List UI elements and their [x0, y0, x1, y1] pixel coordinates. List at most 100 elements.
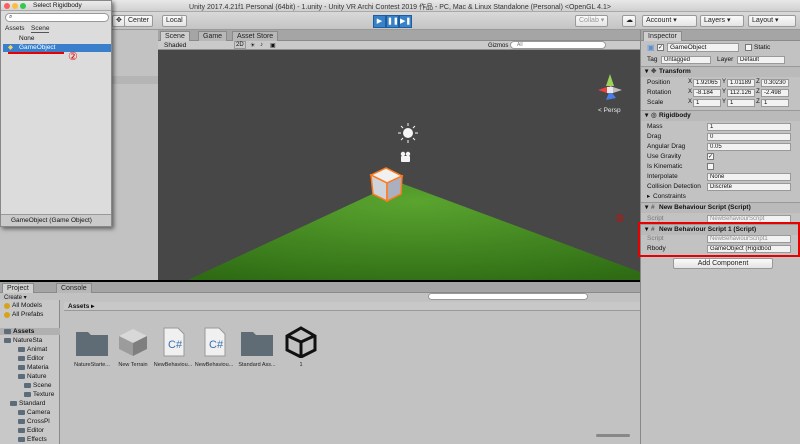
transform-icon: ✥ — [651, 68, 657, 75]
transform-header[interactable]: ▾ ✥ Transform — [641, 66, 800, 77]
picker-search-input[interactable]: ⌕ — [5, 13, 109, 22]
scene-viewport[interactable]: < Persp — [158, 50, 640, 280]
scene-search-input[interactable] — [510, 41, 606, 49]
tree-fav-prefabs[interactable]: All Prefabs — [4, 311, 43, 318]
local-global-toggle[interactable]: Local — [162, 15, 187, 27]
picker-item-gameobject[interactable]: ◆ GameObject — [3, 44, 111, 52]
mass-field[interactable]: 1 — [707, 122, 791, 131]
layout-dropdown[interactable]: Layout ▾ — [748, 15, 796, 27]
project-search-input[interactable] — [428, 293, 588, 300]
shading-mode-dropdown[interactable]: Shaded — [164, 42, 186, 49]
rotation-y-field[interactable]: 112.126 — [727, 88, 755, 97]
drag-field[interactable]: 0 — [707, 132, 791, 141]
icon-size-slider[interactable] — [596, 434, 630, 437]
center-pivot-toggle[interactable]: Center — [124, 15, 154, 27]
tree-item[interactable]: Texture — [24, 391, 54, 398]
picker-titlebar: Select Rigidbody — [1, 1, 111, 11]
tab-game[interactable]: Game — [198, 31, 228, 41]
object-name-field[interactable]: GameObject — [667, 43, 739, 52]
tree-item[interactable]: Materia — [18, 364, 49, 371]
account-dropdown[interactable]: Account ▾ — [642, 15, 697, 27]
folder-icon — [18, 428, 25, 433]
lighting-toggle-icon[interactable]: ☀ — [250, 42, 255, 49]
tree-item[interactable]: Nature — [18, 373, 47, 380]
tree-item[interactable]: Effects — [18, 436, 47, 443]
picker-tab-scene[interactable]: Scene — [31, 25, 50, 33]
tab-project-label: Project — [7, 285, 29, 292]
tree-label: Effects — [27, 436, 47, 443]
rigidbody-header[interactable]: ▾ ◎ Rigidbody — [641, 110, 800, 121]
persp-label[interactable]: < Persp — [598, 107, 621, 114]
tab-scene[interactable]: Scene — [160, 31, 190, 41]
position-x-field[interactable]: 1.92065 — [693, 78, 721, 87]
use-gravity-label: Use Gravity — [647, 153, 681, 160]
angular-drag-field[interactable]: 0.05 — [707, 142, 791, 151]
tree-item[interactable]: Animat — [18, 346, 47, 353]
layers-dropdown[interactable]: Layers ▾ — [700, 15, 744, 27]
rotation-z-field[interactable]: -2.498 — [761, 88, 789, 97]
scale-y-field[interactable]: 1 — [727, 98, 755, 107]
tree-item[interactable]: CrossPl — [18, 418, 50, 425]
pause-button[interactable]: ❚❚ — [386, 15, 399, 28]
static-checkbox[interactable] — [745, 44, 752, 51]
position-z-field[interactable]: 0.30230 — [761, 78, 789, 87]
effects-toggle-icon[interactable]: ▣ — [270, 42, 276, 49]
asset-scene-1[interactable]: 1 — [281, 326, 321, 368]
scale-z-field[interactable]: 1 — [761, 98, 789, 107]
cube-object[interactable] — [369, 167, 404, 203]
folder-icon — [18, 365, 25, 370]
tag-dropdown[interactable]: Untagged — [661, 55, 711, 64]
picker-close-button[interactable] — [4, 3, 10, 9]
picker-tab-assets[interactable]: Assets — [5, 25, 25, 32]
asset-label: NewBehaviou... — [153, 362, 193, 368]
2d-toggle[interactable]: 2D — [234, 41, 246, 49]
picker-item-none[interactable]: None — [3, 35, 111, 43]
collab-button[interactable]: Collab ▾ — [575, 15, 609, 27]
tree-item[interactable]: Standard — [10, 400, 45, 407]
nbs-header[interactable]: ▾ # New Behaviour Script (Script) — [641, 202, 800, 213]
interpolate-dropdown[interactable]: None — [707, 172, 791, 181]
is-kinematic-checkbox[interactable] — [707, 163, 714, 170]
search-icon: ⌕ — [9, 14, 13, 20]
tree-item[interactable]: Camera — [18, 409, 50, 416]
picker-minimize-button[interactable] — [12, 3, 18, 9]
play-button[interactable]: ▶ — [373, 15, 386, 28]
picker-zoom-button[interactable] — [20, 3, 26, 9]
drag-label: Drag — [647, 133, 662, 140]
asset-standard-assets-folder[interactable]: Standard Ass... — [237, 326, 277, 368]
use-gravity-checkbox[interactable]: ✓ — [707, 153, 714, 160]
cloud-icon[interactable]: ☁ — [622, 15, 636, 27]
layer-dropdown[interactable]: Default — [737, 55, 785, 64]
constraints-row[interactable]: ▸ Constraints — [647, 192, 796, 201]
project-breadcrumb[interactable]: Assets ▸ — [64, 302, 640, 311]
asset-naturestarter-folder[interactable]: NatureStarte... — [72, 326, 112, 368]
tree-item[interactable]: NatureSta — [4, 337, 42, 344]
asset-newbehaviour1-script[interactable]: C# NewBehaviou... — [194, 326, 234, 368]
tab-asset-store[interactable]: Asset Store — [232, 31, 279, 41]
tree-assets[interactable]: Assets — [0, 328, 60, 335]
script-icon: # — [651, 204, 655, 211]
tab-project[interactable]: Project — [2, 283, 34, 293]
active-checkbox[interactable]: ✓ — [657, 44, 664, 51]
tree-item[interactable]: Editor — [18, 427, 44, 434]
asset-newbehaviour-script[interactable]: C# NewBehaviou... — [153, 326, 193, 368]
tree-item[interactable]: Scene — [24, 382, 51, 389]
tree-fav-models[interactable]: All Models — [4, 302, 42, 309]
scale-x-field[interactable]: 1 — [693, 98, 721, 107]
step-button[interactable]: ▶❚ — [399, 15, 412, 28]
tab-console[interactable]: Console — [56, 283, 92, 293]
camera-icon[interactable] — [400, 151, 411, 162]
terrain-plane[interactable] — [188, 182, 640, 280]
collision-dropdown[interactable]: Discrete — [707, 182, 791, 191]
tab-inspector[interactable]: Inspector — [643, 31, 682, 41]
add-component-button[interactable]: Add Component — [673, 258, 773, 269]
asset-new-terrain[interactable]: New Terrain — [113, 326, 153, 368]
sun-light-icon[interactable] — [398, 123, 418, 143]
position-y-field[interactable]: 1.01189 — [727, 78, 755, 87]
orientation-gizmo-icon[interactable] — [598, 74, 622, 100]
rotation-x-field[interactable]: -8.184 — [693, 88, 721, 97]
audio-toggle-icon[interactable]: ♪ — [260, 42, 263, 48]
tree-item[interactable]: Editor — [18, 355, 44, 362]
collab-label: Collab ▾ — [579, 17, 605, 24]
folder-icon — [10, 401, 17, 406]
